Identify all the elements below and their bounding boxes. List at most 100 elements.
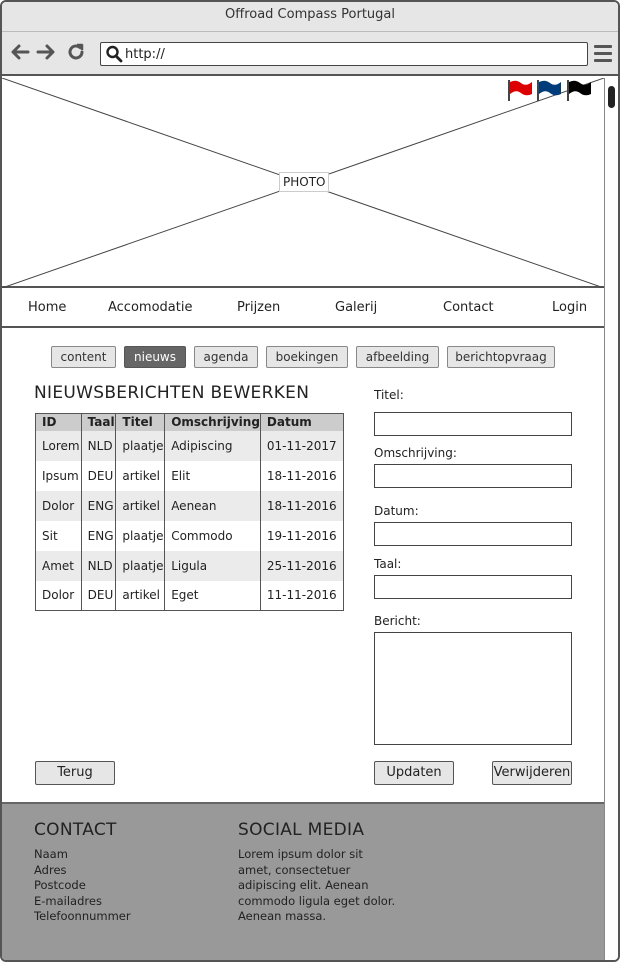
cell-datum: 18-11-2016 — [260, 490, 345, 521]
column-header-datum[interactable]: Datum — [260, 413, 345, 431]
browser-toolbar — [2, 32, 618, 76]
omschrijving-input[interactable] — [374, 464, 572, 488]
cell-datum: 11-11-2016 — [260, 580, 345, 611]
nav-item-home[interactable]: Home — [28, 300, 66, 315]
contact-title: CONTACT — [34, 820, 117, 840]
cell-id: Lorem — [35, 430, 82, 461]
black-flag-icon[interactable] — [566, 78, 592, 102]
contact-line: Postcode — [34, 878, 86, 892]
bericht-label: Bericht: — [374, 614, 421, 628]
tab-afbeelding[interactable]: afbeelding — [356, 346, 439, 368]
menu-icon[interactable] — [594, 45, 612, 63]
tab-agenda[interactable]: agenda — [194, 346, 258, 368]
back-button[interactable]: Terug — [35, 761, 115, 785]
browser-window: Offroad Compass Portugal PHOTO — [0, 0, 620, 962]
cell-titel: artikel — [115, 460, 166, 491]
cell-taal: DEU — [81, 460, 117, 491]
contact-details: Naam Adres Postcode E-mailadres Telefoon… — [34, 847, 131, 925]
cell-titel: plaatje — [115, 520, 166, 551]
cell-taal: ENG — [81, 520, 117, 551]
titel-label: Titel: — [374, 388, 404, 402]
address-bar[interactable] — [100, 42, 588, 66]
titel-input[interactable] — [374, 412, 572, 436]
cell-datum: 25-11-2016 — [260, 550, 345, 581]
column-header-titel[interactable]: Titel — [115, 413, 166, 431]
social-line: adipiscing elit. Aenean — [238, 878, 369, 892]
contact-line: Naam — [34, 847, 68, 861]
datum-input[interactable] — [374, 522, 572, 546]
column-header-omschrijving[interactable]: Omschrijving — [164, 413, 261, 431]
url-input[interactable] — [125, 45, 575, 63]
social-media-text: Lorem ipsum dolor sit amet, consectetuer… — [238, 847, 395, 925]
refresh-icon[interactable] — [64, 40, 88, 64]
table-row[interactable]: Dolor ENG artikel Aenean 18-11-2016 — [35, 490, 345, 521]
tab-berichtopvraag[interactable]: berichtopvraag — [447, 346, 555, 368]
cell-omschrijving: Aenean — [164, 490, 261, 521]
cell-datum: 01-11-2017 — [260, 430, 345, 461]
table-row[interactable]: Amet NLD plaatje Ligula 25-11-2016 — [35, 550, 345, 581]
cell-titel: plaatje — [115, 550, 166, 581]
social-line: amet, consectetuer — [238, 862, 351, 877]
table-row[interactable]: Ipsum DEU artikel Elit 18-11-2016 — [35, 460, 345, 491]
photo-label: PHOTO — [279, 172, 330, 192]
cell-datum: 18-11-2016 — [260, 460, 345, 491]
social-line: Lorem ipsum dolor sit — [238, 847, 363, 861]
omschrijving-label: Omschrijving: — [374, 446, 457, 460]
datum-label: Datum: — [374, 504, 419, 518]
nav-item-prijzen[interactable]: Prijzen — [237, 300, 280, 315]
tab-content[interactable]: content — [51, 346, 116, 368]
header-photo: PHOTO — [2, 78, 604, 288]
blue-flag-icon[interactable] — [536, 78, 562, 102]
nav-item-galerij[interactable]: Galerij — [335, 300, 377, 315]
tab-nieuws[interactable]: nieuws — [124, 346, 186, 368]
red-flag-icon[interactable] — [507, 78, 533, 102]
cell-taal: NLD — [81, 550, 117, 581]
taal-input[interactable] — [374, 575, 572, 599]
nav-item-login[interactable]: Login — [552, 300, 587, 315]
cell-omschrijving: Eget — [164, 580, 261, 611]
main-nav: Home Accomodatie Prijzen Galerij Contact… — [2, 290, 604, 328]
page-title: NIEUWSBERICHTEN BEWERKEN — [34, 383, 310, 403]
update-button[interactable]: Updaten — [374, 761, 454, 785]
vertical-scrollbar[interactable] — [604, 78, 618, 960]
cell-id: Dolor — [35, 490, 82, 521]
scrollbar-thumb[interactable] — [608, 86, 615, 108]
social-line: Aenean massa. — [238, 909, 327, 923]
cell-id: Dolor — [35, 580, 82, 611]
table-row[interactable]: Dolor DEU artikel Eget 11-11-2016 — [35, 580, 345, 611]
cell-datum: 19-11-2016 — [260, 520, 345, 551]
tab-boekingen[interactable]: boekingen — [266, 346, 348, 368]
cell-taal: DEU — [81, 580, 117, 611]
back-arrow-icon[interactable] — [8, 40, 32, 64]
cell-taal: NLD — [81, 430, 117, 461]
search-icon — [106, 45, 123, 63]
column-header-taal[interactable]: Taal — [81, 413, 117, 431]
cell-omschrijving: Commodo — [164, 520, 261, 551]
nav-item-accomodatie[interactable]: Accomodatie — [108, 300, 192, 315]
forward-arrow-icon[interactable] — [34, 40, 58, 64]
cell-titel: plaatje — [115, 430, 166, 461]
cell-omschrijving: Ligula — [164, 550, 261, 581]
cell-taal: ENG — [81, 490, 117, 521]
table-header-row: ID Taal Titel Omschrijving Datum — [35, 413, 345, 431]
cell-titel: artikel — [115, 490, 166, 521]
social-line: commodo ligula eget dolor. — [238, 893, 396, 908]
cell-titel: artikel — [115, 580, 166, 611]
cell-id: Sit — [35, 520, 82, 551]
column-header-id[interactable]: ID — [35, 413, 82, 431]
bericht-textarea[interactable] — [374, 632, 572, 745]
contact-line: Telefoonnummer — [34, 909, 131, 923]
nav-item-contact[interactable]: Contact — [443, 300, 494, 315]
page-viewport: PHOTO Home Accomodatie Prijzen Galerij C… — [2, 78, 604, 960]
social-media-title: SOCIAL MEDIA — [238, 820, 365, 840]
footer: CONTACT Naam Adres Postcode E-mailadres … — [2, 802, 604, 960]
taal-label: Taal: — [374, 557, 402, 571]
delete-button[interactable]: Verwijderen — [492, 761, 572, 785]
cell-id: Amet — [35, 550, 82, 581]
cell-id: Ipsum — [35, 460, 82, 491]
contact-line: E-mailadres — [34, 893, 102, 908]
contact-line: Adres — [34, 862, 67, 877]
table-row[interactable]: Sit ENG plaatje Commodo 19-11-2016 — [35, 520, 345, 551]
table-row[interactable]: Lorem NLD plaatje Adipiscing 01-11-2017 — [35, 430, 345, 461]
cell-omschrijving: Elit — [164, 460, 261, 491]
